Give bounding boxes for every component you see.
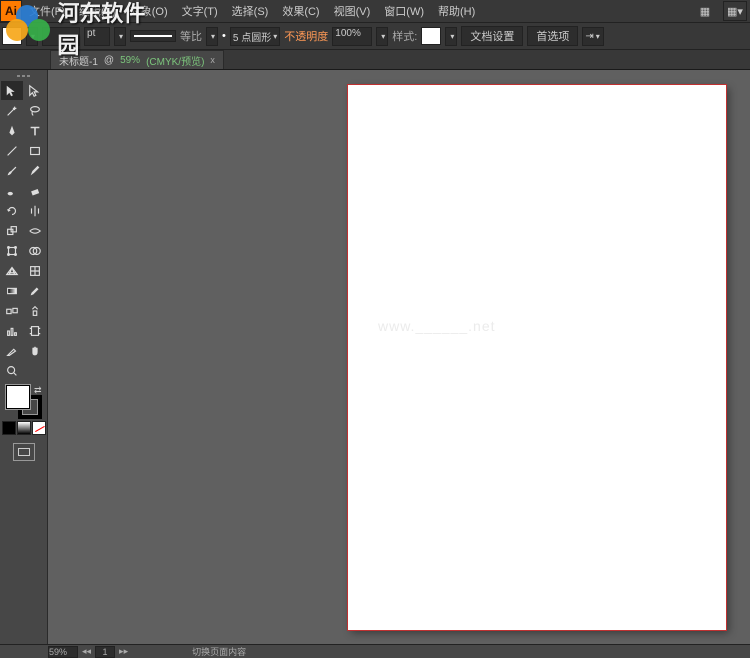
status-nav-next[interactable]: ▸▸ <box>119 646 128 657</box>
reflect-tool[interactable] <box>24 201 46 220</box>
style-swatch[interactable] <box>421 27 441 45</box>
blend-tool[interactable] <box>1 301 23 320</box>
menu-select[interactable]: 选择(S) <box>225 3 276 19</box>
status-nav-prev[interactable]: ◂◂ <box>82 646 91 657</box>
status-zoom[interactable]: 59% <box>48 646 78 658</box>
paintbrush-tool[interactable] <box>1 161 23 180</box>
stroke-unit: pt <box>84 27 110 46</box>
eraser-tool[interactable] <box>24 181 46 200</box>
tools-panel: ⇄ / <box>0 70 48 644</box>
lasso-tool[interactable] <box>24 101 46 120</box>
stroke-weight-input[interactable] <box>42 27 80 46</box>
type-tool[interactable] <box>24 121 46 140</box>
tab-at: @ <box>104 55 114 66</box>
menu-edit[interactable]: 编辑(E) <box>72 3 123 19</box>
tab-close-icon[interactable]: x <box>210 55 215 65</box>
mesh-tool[interactable] <box>24 261 46 280</box>
gradient-tool[interactable] <box>1 281 23 300</box>
artboard-tool[interactable] <box>24 321 46 340</box>
menu-help[interactable]: 帮助(H) <box>431 3 482 19</box>
doc-setup-button[interactable]: 文档设置 <box>461 26 523 46</box>
artboard[interactable] <box>348 85 726 630</box>
color-mode-none[interactable]: / <box>32 421 46 435</box>
hand-tool[interactable] <box>24 341 46 360</box>
pen-tool[interactable] <box>1 121 23 140</box>
fill-stroke-swatches[interactable]: ⇄ <box>6 385 42 419</box>
slice-tool[interactable] <box>1 341 23 360</box>
canvas-watermark: www.______.net <box>378 318 496 334</box>
column-graph-tool[interactable] <box>1 321 23 340</box>
line-segment-tool[interactable] <box>1 141 23 160</box>
preferences-button[interactable]: 首选项 <box>527 26 578 46</box>
selection-tool[interactable] <box>1 81 23 100</box>
scale-tool[interactable] <box>1 221 23 240</box>
pencil-tool[interactable] <box>24 161 46 180</box>
magic-wand-tool[interactable] <box>1 101 23 120</box>
menu-type[interactable]: 文字(T) <box>175 3 225 19</box>
tab-zoom: 59% <box>120 55 140 66</box>
app-icon: Ai <box>0 0 22 22</box>
tab-colormode: (CMYK/预览) <box>146 53 204 68</box>
stroke-unit-dd[interactable] <box>114 27 126 46</box>
status-page[interactable]: 1 <box>95 646 115 658</box>
opacity-value[interactable]: 100% <box>332 27 372 46</box>
ratio-label: 等比 <box>180 28 202 44</box>
swap-fill-stroke-icon[interactable]: ⇄ <box>34 385 42 396</box>
stroke-style-preview[interactable] <box>130 30 176 42</box>
overflow-menu[interactable]: ⇥ <box>582 27 604 46</box>
perspective-grid-tool[interactable] <box>1 261 23 280</box>
fill-color-swatch[interactable] <box>6 385 30 409</box>
direct-selection-tool[interactable] <box>24 81 46 100</box>
status-bar: 59% ◂◂ 1 ▸▸ 切换页面内容 <box>0 644 750 658</box>
opacity-dd[interactable] <box>376 27 388 46</box>
arrange-docs-icon[interactable]: ▦ <box>693 1 717 21</box>
rotate-tool[interactable] <box>1 201 23 220</box>
color-mode-solid[interactable] <box>2 421 16 435</box>
menu-view[interactable]: 视图(V) <box>327 3 378 19</box>
style-dd[interactable] <box>445 27 457 46</box>
rectangle-tool[interactable] <box>24 141 46 160</box>
fill-swatch[interactable] <box>2 27 22 45</box>
opacity-label: 不透明度 <box>284 28 328 44</box>
workspace-switcher[interactable]: ▦▾ <box>723 1 747 21</box>
zoom-tool[interactable] <box>1 361 23 380</box>
canvas-area[interactable]: www.______.net <box>48 70 750 644</box>
screen-mode-button[interactable] <box>13 443 35 461</box>
menu-window[interactable]: 窗口(W) <box>377 3 431 19</box>
width-tool[interactable] <box>24 221 46 240</box>
color-mode-gradient[interactable] <box>17 421 31 435</box>
ratio-dd[interactable] <box>206 27 218 46</box>
blob-brush-tool[interactable] <box>1 181 23 200</box>
document-tab[interactable]: 未标题-1 @ 59% (CMYK/预览) x <box>50 50 224 69</box>
free-transform-tool[interactable] <box>1 241 23 260</box>
menu-file[interactable]: 文件(F) <box>22 3 72 19</box>
fill-dropdown[interactable] <box>26 27 38 46</box>
tab-doc-name: 未标题-1 <box>59 53 98 68</box>
shape-builder-tool[interactable] <box>24 241 46 260</box>
brush-preset[interactable]: 5 点圆形 <box>230 27 280 46</box>
style-label: 样式: <box>392 28 417 44</box>
eyedropper-tool[interactable] <box>24 281 46 300</box>
menu-effect[interactable]: 效果(C) <box>275 3 326 19</box>
symbol-sprayer-tool[interactable] <box>24 301 46 320</box>
status-info: 切换页面内容 <box>192 645 246 658</box>
menu-object[interactable]: 对象(O) <box>123 3 175 19</box>
panel-grip[interactable] <box>4 73 44 79</box>
